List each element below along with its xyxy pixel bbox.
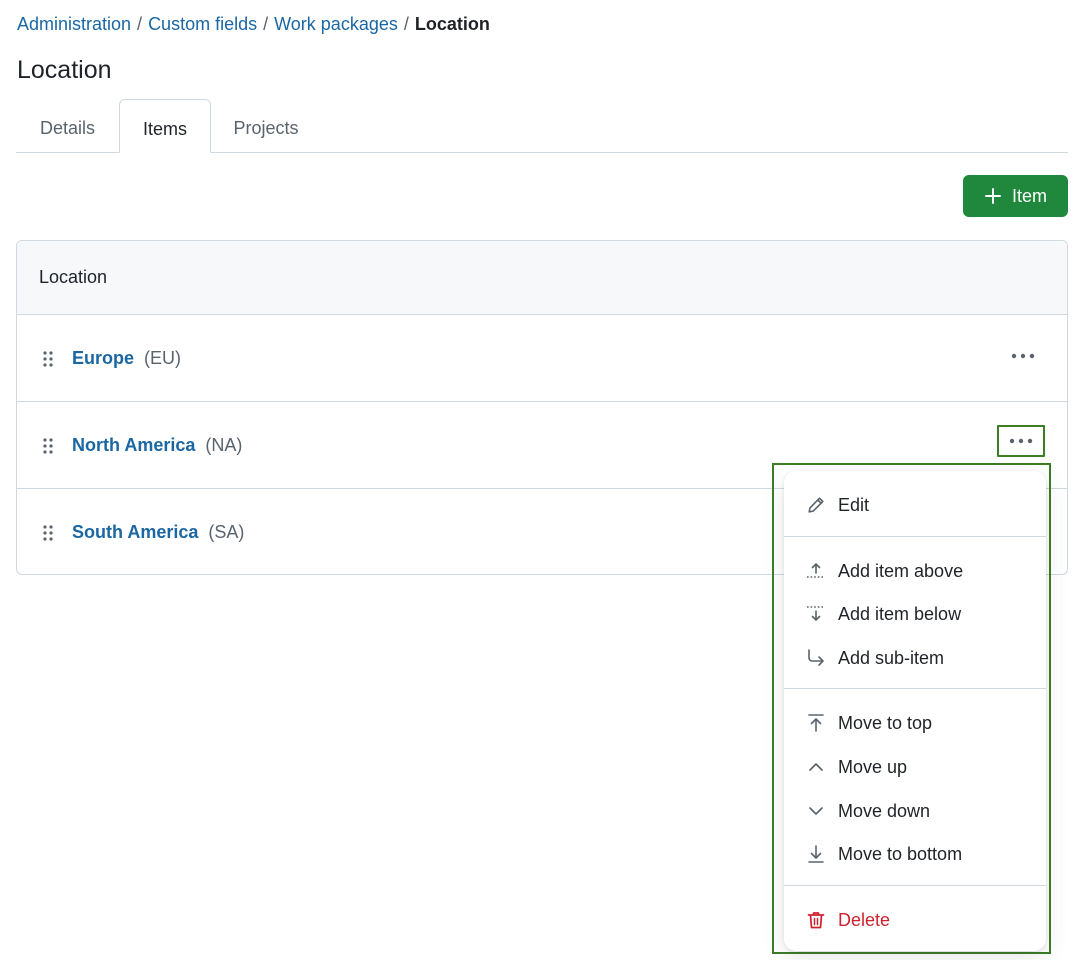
menu-item-add-item-above[interactable]: Add item above [784, 551, 1046, 591]
item-code: (SA) [208, 522, 245, 542]
menu-item-add-sub-item[interactable]: Add sub-item [784, 638, 1046, 678]
item-name: North America [72, 435, 196, 455]
tab-items[interactable]: Items [119, 99, 211, 153]
add-below-icon [807, 606, 825, 621]
menu-item-label: Edit [838, 494, 870, 515]
row-actions-menu: Edit Add item above Add item below Add s… [784, 471, 1046, 951]
menu-item-move-down[interactable]: Move down [784, 791, 1046, 831]
item-name: South America [72, 522, 199, 542]
table-row: Europe (EU) [17, 315, 1067, 402]
chevron-up-icon [809, 763, 823, 771]
drag-handle-icon[interactable] [43, 351, 53, 367]
move-top-icon [808, 714, 824, 732]
item-code: (NA) [205, 435, 243, 455]
add-item-button-label: Item [1011, 186, 1047, 206]
add-item-button[interactable]: Item [963, 175, 1068, 217]
menu-item-move-to-top[interactable]: Move to top [784, 703, 1046, 743]
breadcrumb-current: Location [414, 14, 490, 34]
menu-divider [784, 885, 1046, 886]
kebab-horizontal-icon [1011, 353, 1035, 359]
menu-divider [784, 536, 1046, 537]
tab-projects[interactable]: Projects [211, 99, 321, 152]
item-name-link[interactable]: North America (NA) [72, 434, 242, 456]
arrow-turn-icon [808, 649, 824, 666]
menu-item-label: Add item above [838, 560, 964, 581]
plus-icon [984, 188, 1001, 204]
kebab-horizontal-icon [1009, 438, 1033, 444]
drag-handle-icon[interactable] [43, 525, 53, 541]
menu-item-edit[interactable]: Edit [784, 485, 1046, 525]
breadcrumb: Administration / Custom fields / Work packag… [17, 12, 490, 36]
menu-divider [784, 688, 1046, 689]
row-actions-button[interactable] [999, 340, 1047, 372]
item-name-link[interactable]: South America (SA) [72, 521, 244, 543]
breadcrumb-separator: / [263, 14, 269, 34]
menu-item-add-item-below[interactable]: Add item below [784, 594, 1046, 634]
trash-icon [807, 912, 825, 929]
page-title: Location [17, 56, 112, 84]
table-header: Location [17, 241, 1067, 315]
menu-item-label: Delete [838, 909, 891, 930]
menu-item-move-to-bottom[interactable]: Move to bottom [784, 834, 1046, 874]
breadcrumb-custom-fields[interactable]: Custom fields [148, 14, 257, 34]
move-bottom-icon [808, 845, 824, 863]
menu-item-move-up[interactable]: Move up [784, 747, 1046, 787]
menu-item-label: Move to bottom [838, 843, 963, 864]
menu-item-label: Add item below [838, 603, 962, 624]
tab-details[interactable]: Details [16, 99, 119, 152]
item-name-link[interactable]: Europe (EU) [72, 347, 181, 369]
drag-handle-icon[interactable] [43, 438, 53, 454]
row-actions-button[interactable] [997, 425, 1045, 457]
menu-item-label: Move down [838, 800, 931, 821]
chevron-down-icon [809, 807, 823, 815]
item-name: Europe [72, 348, 135, 368]
item-code: (EU) [144, 348, 182, 368]
breadcrumb-separator: / [137, 14, 143, 34]
breadcrumb-work-packages[interactable]: Work packages [274, 14, 398, 34]
menu-item-label: Move to top [838, 712, 933, 733]
breadcrumb-administration[interactable]: Administration [17, 14, 131, 34]
add-above-icon [807, 563, 825, 578]
breadcrumb-separator: / [403, 14, 409, 34]
menu-item-label: Add sub-item [838, 647, 945, 668]
tab-bar: Details Items Projects [16, 99, 1068, 153]
menu-item-delete[interactable]: Delete [784, 900, 1046, 940]
pencil-icon [808, 497, 824, 513]
menu-item-label: Move up [838, 756, 908, 777]
